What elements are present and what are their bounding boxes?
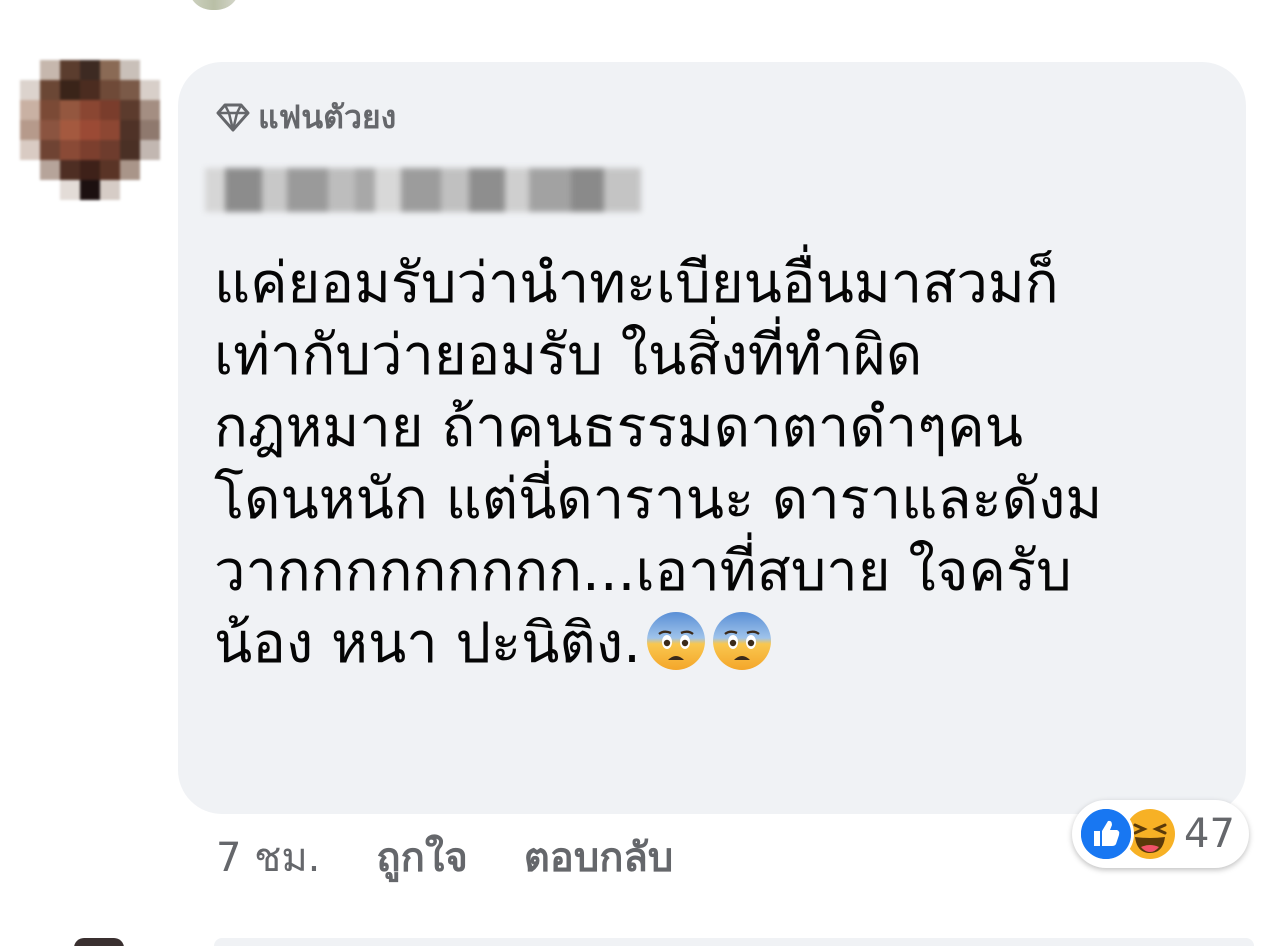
facebook-comment-screenshot: แฟนตัวยง แค่ยอมรับว่านำทะเบียนอื่นมาสวมก…: [0, 0, 1280, 946]
fearful-face-emoji: [711, 610, 773, 672]
reply-button[interactable]: ตอบกลับ: [524, 830, 674, 886]
diamond-icon: [216, 102, 250, 132]
blurred-author-name[interactable]: [205, 158, 641, 222]
top-fan-badge: แฟนตัวยง: [216, 95, 396, 139]
badge-label: แฟนตัวยง: [258, 98, 397, 136]
comment-timestamp[interactable]: 7 ชม.: [216, 830, 320, 886]
like-reaction-icon: [1078, 806, 1134, 862]
comment-actions: 7 ชม. ถูกใจ ตอบกลับ: [216, 830, 673, 886]
reaction-count: 47: [1184, 811, 1235, 857]
comment-text: แค่ยอมรับว่านำทะเบียนอื่นมาสวมก็ เท่ากับ…: [214, 248, 1224, 680]
next-comment-bubble-edge: [214, 938, 1254, 946]
like-button[interactable]: ถูกใจ: [376, 830, 467, 886]
fearful-face-emoji: [645, 610, 707, 672]
commenter-avatar[interactable]: [20, 60, 160, 200]
reactions-summary[interactable]: 47: [1072, 800, 1249, 868]
previous-comment-avatar-edge: [188, 0, 240, 10]
next-comment-avatar-edge: [74, 938, 124, 946]
